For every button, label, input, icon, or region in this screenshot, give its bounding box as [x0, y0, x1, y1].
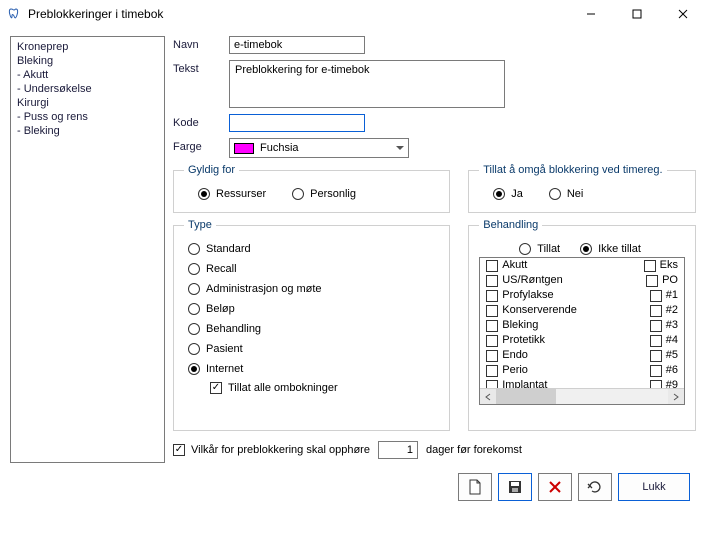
radio-type-recall[interactable]: Recall [188, 263, 435, 275]
radio-ressurser[interactable]: Ressurser [198, 188, 266, 200]
behandling-checkbox[interactable] [486, 320, 498, 332]
radio-type-bel-p[interactable]: Beløp [188, 303, 435, 315]
sidebar-item[interactable]: - Puss og rens [17, 110, 158, 124]
behandling-row[interactable]: Perio#6 [480, 363, 684, 378]
behandling-row[interactable]: Protetikk#4 [480, 333, 684, 348]
behandling-checkbox[interactable] [644, 260, 656, 272]
save-button[interactable] [498, 473, 532, 501]
window-title: Preblokkeringer i timebok [28, 7, 568, 21]
farge-select[interactable]: Fuchsia [229, 138, 409, 158]
undo-button[interactable] [578, 473, 612, 501]
farge-value: Fuchsia [260, 142, 299, 154]
behandling-checkbox[interactable] [650, 320, 662, 332]
window-buttons [568, 0, 706, 28]
radio-type-internet[interactable]: Internet [188, 363, 435, 375]
sidebar-item[interactable]: Kirurgi [17, 96, 158, 110]
behandling-row[interactable]: Profylakse#1 [480, 288, 684, 303]
scroll-right-button[interactable] [668, 389, 684, 405]
behandling-checkbox[interactable] [646, 275, 658, 287]
behandling-row[interactable]: Endo#5 [480, 348, 684, 363]
preblock-list[interactable]: KroneprepBleking- Akutt- UndersøkelseKir… [10, 36, 165, 463]
delete-button[interactable] [538, 473, 572, 501]
behandling-checkbox[interactable] [650, 305, 662, 317]
radio-ikke-tillat[interactable]: Ikke tillat [580, 243, 641, 255]
behandling-checkbox[interactable] [650, 350, 662, 362]
behandling-checkbox[interactable] [650, 365, 662, 377]
label-tekst: Tekst [173, 60, 229, 75]
minimize-button[interactable] [568, 0, 614, 28]
radio-nei[interactable]: Nei [549, 188, 584, 200]
horizontal-scrollbar[interactable] [480, 388, 684, 404]
chevron-down-icon [396, 146, 404, 150]
behandling-checkbox[interactable] [486, 305, 498, 317]
label-dager: dager før forekomst [426, 444, 522, 456]
radio-type-standard[interactable]: Standard [188, 243, 435, 255]
chk-tillat-alle[interactable]: Tillat alle ombokninger [210, 382, 338, 394]
sidebar-item[interactable]: - Akutt [17, 68, 158, 82]
behandling-checkbox[interactable] [486, 290, 498, 302]
sidebar-item[interactable]: - Undersøkelse [17, 82, 158, 96]
behandling-row[interactable]: Konserverende#2 [480, 303, 684, 318]
label-navn: Navn [173, 36, 229, 51]
tillat-omga-legend: Tillat å omgå blokkering ved timereg. [479, 164, 666, 176]
behandling-list[interactable]: AkuttEksUS/RøntgenPOProfylakse#1Konserve… [479, 257, 685, 405]
behandling-row[interactable]: Bleking#3 [480, 318, 684, 333]
lukk-button[interactable]: Lukk [618, 473, 690, 501]
behandling-checkbox[interactable] [486, 275, 498, 287]
scroll-left-button[interactable] [480, 389, 496, 405]
label-farge: Farge [173, 138, 229, 153]
behandling-checkbox[interactable] [486, 260, 498, 272]
sidebar-item[interactable]: - Bleking [17, 124, 158, 138]
scroll-thumb[interactable] [496, 389, 556, 405]
button-bar: Lukk [0, 467, 706, 511]
gyldig-for-legend: Gyldig for [184, 164, 239, 176]
type-legend: Type [184, 219, 216, 231]
radio-type-pasient[interactable]: Pasient [188, 343, 435, 355]
behandling-row[interactable]: AkuttEks [480, 258, 684, 273]
radio-ja[interactable]: Ja [493, 188, 523, 200]
radio-type-behandling[interactable]: Behandling [188, 323, 435, 335]
navn-input[interactable] [229, 36, 365, 54]
close-button[interactable] [660, 0, 706, 28]
behandling-checkbox[interactable] [486, 335, 498, 347]
behandling-row[interactable]: US/RøntgenPO [480, 273, 684, 288]
form-area: Navn Tekst Kode Farge Fuchsia Gyldig for [173, 36, 696, 463]
radio-tillat[interactable]: Tillat [519, 243, 560, 255]
behandling-checkbox[interactable] [650, 290, 662, 302]
behandling-group: Behandling Tillat Ikke tillat AkuttEksUS… [468, 219, 696, 431]
kode-input[interactable] [229, 114, 365, 132]
scroll-track[interactable] [496, 389, 668, 405]
behandling-checkbox[interactable] [650, 335, 662, 347]
dager-input[interactable] [378, 441, 418, 459]
sidebar-item[interactable]: Kroneprep [17, 40, 158, 54]
titlebar: Preblokkeringer i timebok [0, 0, 706, 28]
tekst-input[interactable] [229, 60, 505, 108]
tillat-omga-group: Tillat å omgå blokkering ved timereg. Ja… [468, 164, 696, 213]
color-swatch [234, 143, 254, 154]
vilkar-row: Vilkår for preblokkering skal opphøre da… [173, 441, 696, 459]
sidebar-item[interactable]: Bleking [17, 54, 158, 68]
type-group: Type Standard Recall Administrasjon og møt… [173, 219, 450, 431]
radio-personlig[interactable]: Personlig [292, 188, 356, 200]
gyldig-for-group: Gyldig for Ressurser Personlig [173, 164, 450, 213]
label-kode: Kode [173, 114, 229, 129]
chk-vilkar[interactable]: Vilkår for preblokkering skal opphøre [173, 444, 370, 456]
app-icon [6, 6, 22, 22]
radio-type-administrasjon-og-m-te[interactable]: Administrasjon og møte [188, 283, 435, 295]
maximize-button[interactable] [614, 0, 660, 28]
new-button[interactable] [458, 473, 492, 501]
behandling-checkbox[interactable] [486, 350, 498, 362]
behandling-legend: Behandling [479, 219, 542, 231]
behandling-checkbox[interactable] [486, 365, 498, 377]
